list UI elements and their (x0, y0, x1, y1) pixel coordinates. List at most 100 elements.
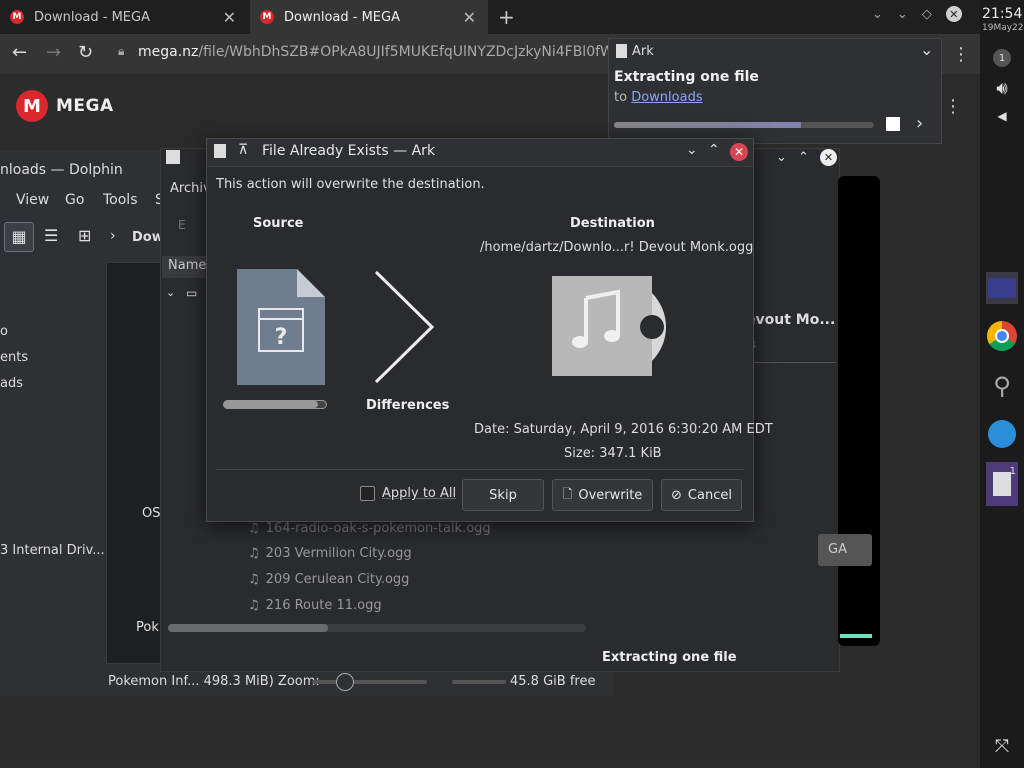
horizontal-scrollbar[interactable] (168, 624, 586, 632)
stop-icon[interactable] (886, 117, 900, 131)
ark-dialog-icon (214, 144, 226, 158)
tab-close-icon[interactable]: ✕ (223, 8, 236, 27)
details-arrow-icon[interactable]: › (916, 113, 923, 134)
tab-mega-2[interactable]: M Download - MEGA ✕ (250, 0, 488, 34)
icons-view-icon[interactable]: ▦ (4, 222, 34, 252)
file-row[interactable]: ♫ 216 Route 11.ogg (248, 598, 382, 613)
dialog-message: This action will overwrite the destinati… (216, 177, 485, 192)
notification-destination: to Downloads (614, 90, 703, 105)
cancel-icon: ⊘ (671, 487, 682, 503)
places-item-downloads[interactable]: ads (0, 376, 23, 391)
places-item[interactable]: o (0, 324, 8, 339)
ark-app-icon[interactable]: 1 (986, 462, 1018, 506)
destination-size: Size: 347.1 KiB (564, 446, 662, 461)
ark-menu-archive[interactable]: Archiv (170, 181, 211, 196)
destination-label: Destination (570, 216, 655, 231)
menu-go[interactable]: Go (65, 192, 84, 208)
audio-file-icon (552, 276, 666, 376)
compact-view-icon[interactable]: ☰ (44, 226, 58, 245)
forward-icon[interactable]: → (46, 42, 61, 63)
mega-logo[interactable]: M MEGA (16, 90, 114, 122)
places-item-documents[interactable]: ents (0, 350, 28, 365)
mega-favicon-icon: M (260, 10, 274, 24)
notification-progress-bar (614, 122, 874, 128)
music-file-icon: ♫ (248, 546, 260, 561)
notification-collapse-icon[interactable]: ⌄ (920, 40, 933, 59)
collapse-icon[interactable]: ◀ (986, 100, 1018, 132)
tab-label: Download - MEGA (34, 9, 150, 25)
free-space-text: 45.8 GiB free (510, 674, 596, 689)
dialog-maximize-icon[interactable]: ⌃ (708, 142, 720, 158)
overwrite-button[interactable]: 🗋︎ Overwrite (552, 479, 653, 511)
skip-label: Skip (489, 487, 517, 503)
ark-app-icon (166, 150, 180, 164)
clock-date: 19May22 (982, 23, 1024, 33)
page-menu-icon[interactable]: ⋮ (944, 96, 962, 117)
tab-close-icon[interactable]: ✕ (463, 8, 476, 27)
tab-search-icon[interactable]: ⌄ (872, 7, 883, 22)
reload-icon[interactable]: ↻ (78, 42, 93, 63)
clock-time: 21:54 (982, 6, 1023, 22)
breadcrumb-location[interactable]: Dow (132, 230, 164, 245)
ark-accent-bar (840, 634, 872, 638)
tab-mega-1[interactable]: M Download - MEGA ✕ (0, 0, 248, 34)
checkbox-box[interactable] (360, 486, 375, 501)
lock-icon[interactable]: 🔒︎ (118, 44, 124, 59)
mega-logo-text: MEGA (56, 96, 114, 116)
menu-view[interactable]: View (16, 192, 49, 208)
ark-maximize-icon[interactable]: ⌃ (798, 150, 809, 165)
skip-button[interactable]: Skip (462, 479, 544, 511)
notification-header: Ark (608, 38, 942, 64)
dialog-close-icon[interactable]: ✕ (730, 143, 748, 161)
new-tab-button[interactable]: + (498, 5, 515, 29)
file-item-pok[interactable]: Pok (136, 620, 159, 635)
ark-folder-icon: ▭ (186, 286, 198, 300)
network-app-icon[interactable] (986, 418, 1018, 450)
ark-minimize-icon[interactable]: ⌄ (776, 150, 787, 165)
apply-to-all-checkbox[interactable]: Apply to All (360, 486, 456, 501)
notification-count-icon[interactable]: 1 (986, 42, 1018, 74)
downloads-link[interactable]: Downloads (631, 90, 702, 105)
mega-favicon-icon: M (10, 10, 24, 24)
keep-above-icon[interactable]: ⊼ (238, 142, 248, 158)
window-close-icon[interactable]: ✕ (945, 6, 962, 22)
free-space-bar (452, 680, 506, 684)
zoom-slider[interactable] (312, 680, 427, 684)
differences-label: Differences (366, 398, 450, 413)
back-icon[interactable]: ← (12, 42, 27, 63)
places-item-os[interactable]: OS (142, 506, 160, 521)
notification-progress-fill (614, 122, 802, 128)
source-label: Source (253, 216, 304, 231)
music-file-icon: ♫ (248, 572, 260, 587)
source-preview-bar (223, 400, 327, 409)
overwrite-label: Overwrite (578, 487, 643, 503)
ark-toolbar-item[interactable]: E (178, 218, 186, 232)
panel-config-icon[interactable]: ⤧ (986, 730, 1018, 762)
dolphin-app-icon[interactable] (986, 272, 1018, 304)
ark-open-button[interactable]: GA (818, 534, 872, 566)
zoom-slider-handle[interactable] (336, 673, 354, 691)
url-field[interactable]: mega.nz/file/WbhDhSZB#OPkA8UJIf5MUKEfqUl… (138, 44, 632, 60)
maximize-icon[interactable]: ◇ (922, 7, 932, 22)
dialog-title: File Already Exists — Ark (262, 143, 436, 159)
file-row[interactable]: ♫ 203 Vermilion City.ogg (248, 546, 412, 561)
details-view-icon[interactable]: ⊞ (78, 226, 91, 245)
menu-tools[interactable]: Tools (103, 192, 138, 208)
file-row[interactable]: ♫ 164-radio-oak-s-pokemon-talk.ogg (248, 521, 491, 536)
ark-notification-icon (616, 44, 627, 58)
places-item-drive[interactable]: 3 Internal Driv... (0, 543, 105, 558)
ark-preview-pane (838, 176, 880, 646)
dolphin-title: nloads — Dolphin (0, 162, 123, 178)
cancel-button[interactable]: ⊘ Cancel (661, 479, 742, 511)
ark-column-name[interactable]: Name (162, 256, 208, 278)
ark-tree-expand-icon[interactable]: ⌄ (166, 286, 175, 299)
music-file-icon: ♫ (248, 521, 260, 536)
chrome-app-icon[interactable] (986, 320, 1018, 352)
file-row[interactable]: ♫ 209 Cerulean City.ogg (248, 572, 409, 587)
mega-logo-icon: M (16, 90, 48, 122)
dialog-minimize-icon[interactable]: ⌄ (686, 142, 698, 158)
browser-menu-icon[interactable]: ⋮ (952, 44, 970, 65)
search-icon[interactable]: ⚲ (986, 370, 1018, 402)
minimize-icon[interactable]: ⌄ (897, 7, 908, 22)
ark-close-icon[interactable]: ✕ (820, 149, 837, 166)
